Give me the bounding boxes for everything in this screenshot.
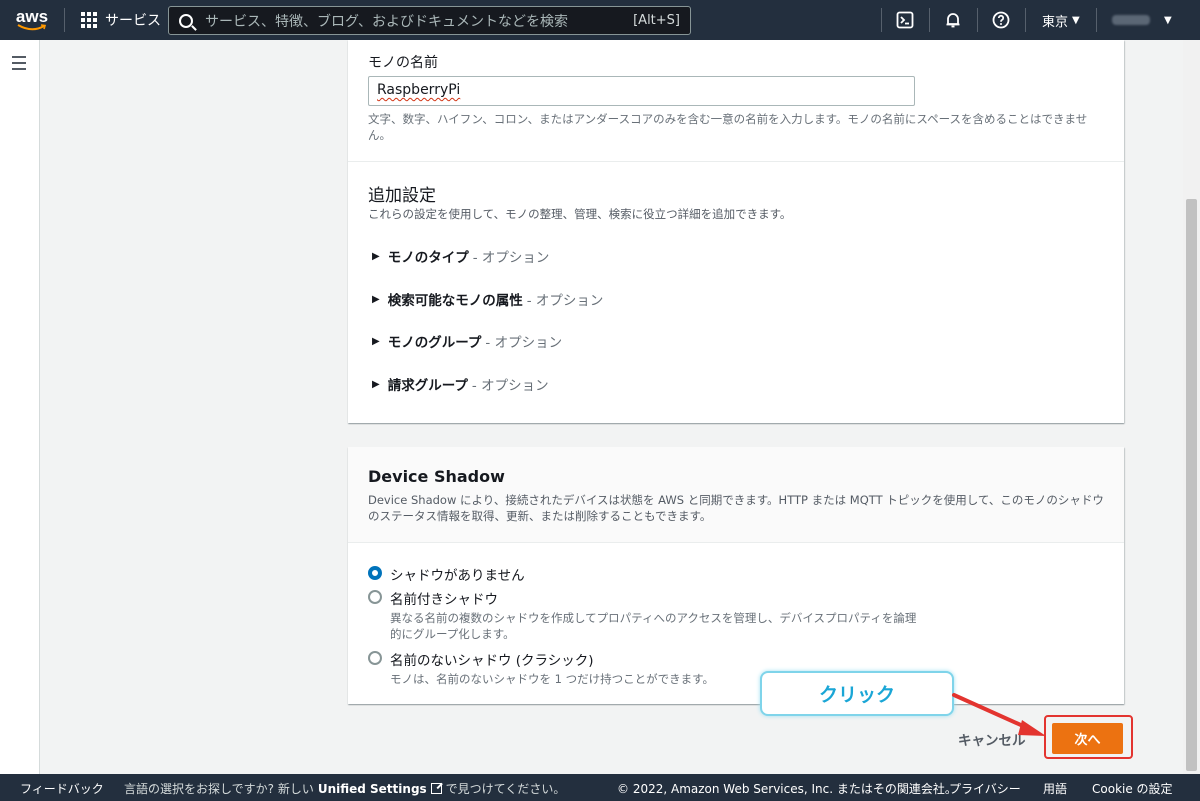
notifications-button[interactable]: [941, 0, 965, 40]
menu-icon[interactable]: [12, 56, 26, 74]
radio-label: 名前付きシャドウ: [390, 592, 498, 608]
expander-billing-group[interactable]: ▶ 請求グループ - オプション: [372, 374, 549, 394]
caret-down-icon: ▼: [1072, 14, 1080, 26]
caret-right-icon: ▶: [372, 293, 380, 305]
radio-unselected-icon[interactable]: [368, 590, 382, 604]
thing-name-value: RaspberryPi: [377, 82, 461, 98]
aws-smile-icon: [17, 24, 47, 31]
radio-description: 異なる名前の複数のシャドウを作成してプロパティへのアクセスを管理し、デバイスプロ…: [390, 611, 917, 641]
scrollbar-thumb[interactable]: [1186, 199, 1197, 771]
nav-divider: [977, 8, 978, 32]
unified-settings-link[interactable]: Unified Settings: [318, 782, 427, 796]
account-menu[interactable]: ▼: [1112, 0, 1172, 40]
grid-icon: [81, 12, 97, 28]
services-label: サービス: [105, 13, 161, 29]
privacy-link[interactable]: プライバシー: [949, 780, 1021, 797]
expander-searchable-attributes[interactable]: ▶ 検索可能なモノの属性 - オプション: [372, 289, 603, 309]
caret-right-icon: ▶: [372, 250, 380, 262]
device-shadow-header: Device Shadow Device Shadow により、接続されたデバイ…: [348, 447, 1124, 543]
search-input[interactable]: サービス、特徴、ブログ、およびドキュメントなどを検索 [Alt+S]: [168, 6, 691, 35]
language-message: 言語の選択をお探しですか? 新しい Unified Settings で見つけて…: [124, 780, 565, 797]
thing-name-label: モノの名前: [368, 55, 438, 71]
language-message-prefix: 言語の選択をお探しですか? 新しい: [124, 782, 314, 796]
click-callout: クリック: [760, 671, 954, 716]
caret-down-icon: ▼: [1164, 14, 1172, 26]
expander-optional: - オプション: [472, 250, 550, 266]
section-divider: [348, 161, 1124, 162]
device-shadow-card: Device Shadow Device Shadow により、接続されたデバイ…: [348, 447, 1124, 704]
aws-logo[interactable]: aws: [0, 0, 64, 40]
region-selector[interactable]: 東京 ▼: [1042, 0, 1080, 40]
expander-optional: - オプション: [471, 378, 549, 394]
expander-label: モノのタイプ: [387, 250, 469, 266]
expander-thing-groups[interactable]: ▶ モノのグループ - オプション: [372, 331, 562, 351]
caret-right-icon: ▶: [372, 335, 380, 347]
caret-right-icon: ▶: [372, 378, 380, 390]
language-message-suffix: で見つけてください。: [445, 782, 566, 796]
expander-optional: - オプション: [526, 293, 604, 309]
terminal-icon: [896, 11, 914, 29]
expander-label: 請求グループ: [387, 378, 468, 394]
aws-logo-text: aws: [15, 7, 49, 26]
expander-label: 検索可能なモノの属性: [387, 293, 523, 309]
bell-icon: [946, 13, 960, 28]
device-shadow-title: Device Shadow: [368, 467, 505, 486]
next-button[interactable]: 次へ: [1052, 723, 1123, 754]
region-label: 東京: [1042, 14, 1069, 30]
nav-divider: [929, 8, 930, 32]
copyright: © 2022, Amazon Web Services, Inc. またはその関…: [617, 782, 957, 796]
radio-no-shadow[interactable]: シャドウがありません: [368, 564, 525, 584]
top-navigation: aws サービス サービス、特徴、ブログ、およびドキュメントなどを検索 [Alt…: [0, 0, 1200, 40]
search-placeholder: サービス、特徴、ブログ、およびドキュメントなどを検索: [205, 13, 569, 30]
thing-properties-card: モノの名前 RaspberryPi 文字、数字、ハイフン、コロン、またはアンダー…: [348, 40, 1124, 423]
help-icon: [992, 11, 1010, 29]
search-shortcut: [Alt+S]: [633, 13, 680, 28]
search-icon: [179, 13, 193, 28]
radio-selected-icon[interactable]: [368, 566, 382, 580]
arrow-icon: [952, 693, 1046, 736]
nav-divider: [881, 8, 882, 32]
radio-label: シャドウがありません: [390, 568, 525, 584]
additional-settings-title: 追加設定: [368, 186, 436, 206]
expander-label: モノのグループ: [387, 335, 482, 351]
terms-link[interactable]: 用語: [1043, 780, 1067, 797]
nav-divider: [1096, 8, 1097, 32]
side-navigation-rail: [0, 40, 40, 774]
cookie-settings-link[interactable]: Cookie の設定: [1092, 780, 1173, 797]
expander-optional: - オプション: [485, 335, 563, 351]
nav-divider: [1025, 8, 1026, 32]
thing-name-hint: 文字、数字、ハイフン、コロン、またはアンダースコアのみを含む一意の名前を入力しま…: [368, 112, 1088, 142]
device-shadow-description: Device Shadow により、接続されたデバイスは状態を AWS と同期で…: [368, 493, 1104, 523]
footer: フィードバック 言語の選択をお探しですか? 新しい Unified Settin…: [0, 774, 1200, 801]
thing-name-input[interactable]: RaspberryPi: [368, 76, 915, 106]
feedback-link[interactable]: フィードバック: [20, 780, 104, 797]
expander-thing-type[interactable]: ▶ モノのタイプ - オプション: [372, 246, 549, 266]
radio-unselected-icon[interactable]: [368, 651, 382, 665]
help-button[interactable]: [989, 0, 1013, 40]
cloudshell-button[interactable]: [892, 0, 918, 40]
services-menu-button[interactable]: サービス: [65, 0, 173, 40]
account-name-redacted: [1112, 15, 1150, 25]
additional-settings-description: これらの設定を使用して、モノの整理、管理、検索に役立つ詳細を追加できます。: [368, 207, 792, 221]
radio-label: 名前のないシャドウ (クラシック): [390, 653, 594, 669]
radio-named-shadow[interactable]: 名前付きシャドウ 異なる名前の複数のシャドウを作成してプロパティへのアクセスを管…: [368, 588, 920, 642]
external-link-icon: [430, 783, 442, 794]
